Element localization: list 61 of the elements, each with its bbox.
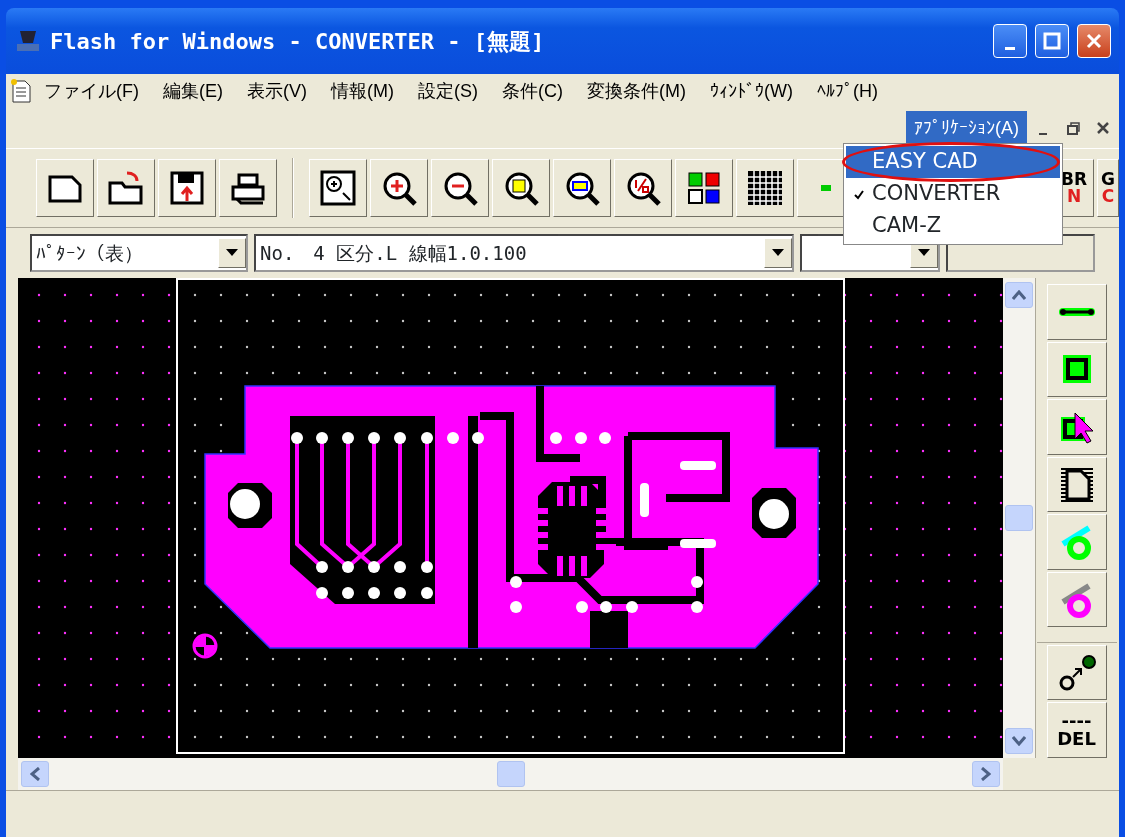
toolbar-button[interactable] [492,159,550,217]
scroll-up-button[interactable] [1005,282,1033,308]
toolbar-button[interactable] [158,159,216,217]
scroll-left-button[interactable] [21,761,49,787]
tool-button[interactable] [1046,399,1107,455]
menu-item[interactable]: 情報(M) [319,75,406,107]
toolbar-button[interactable] [36,159,94,217]
delete-button[interactable]: ---- DEL [1046,702,1107,759]
zoom-window-icon [319,169,357,207]
window-title: Flash for Windows - CONVERTER - [無題] [50,27,546,56]
vertical-scrollbar[interactable] [1003,278,1035,758]
horizontal-scrollbar[interactable] [18,758,1003,790]
dropdown-arrow-icon [772,249,784,257]
tool-button[interactable] [1046,284,1107,340]
menu-item[interactable]: 条件(C) [489,75,575,107]
scroll-down-button[interactable] [1005,728,1033,754]
origin-marker-icon [192,633,218,659]
toolbar-button[interactable] [97,159,155,217]
scroll-right-button[interactable] [972,761,1000,787]
dropdown-field[interactable]: ﾊﾟﾀｰﾝ（表） [30,234,248,272]
toolbar-button[interactable] [675,159,733,217]
tool-button[interactable] [1046,341,1107,398]
menu-item[interactable]: 編集(E) [151,75,235,107]
scroll-thumb[interactable] [496,761,525,787]
toolbar-button[interactable] [431,159,489,217]
line-tool-icon [1058,307,1095,316]
toolbar-button[interactable] [736,159,794,217]
menu-item[interactable]: 表示(V) [235,75,319,107]
close-icon [1084,31,1104,51]
checkmark-icon [854,189,864,200]
maximize-icon [1042,31,1062,51]
dropdown-arrow-icon [918,249,930,257]
toolbar-button[interactable] [614,159,672,217]
toolbar-button[interactable] [309,159,367,217]
toolbar-button[interactable] [370,159,428,217]
toolbar-button[interactable] [219,159,277,217]
color-grid-icon [685,169,723,207]
minimize-button[interactable] [993,24,1027,58]
maximize-button[interactable] [1035,24,1069,58]
scroll-thumb[interactable] [1005,505,1033,531]
tool-button[interactable] [1046,644,1107,701]
menu-item[interactable]: ﾍﾙﾌﾟ(H) [804,75,890,107]
toolbar-icon [821,185,831,191]
tool-button[interactable] [1046,456,1107,513]
dropdown-arrow-icon [226,249,238,257]
minimize-icon [1039,133,1047,135]
menu-item[interactable]: ファイル(F) [32,75,151,107]
close-icon [1095,120,1111,136]
dropdown-field[interactable]: No. 4 区分.L 線幅1.0.100 [254,234,794,272]
menu-item[interactable]: 設定(S) [405,75,490,107]
toolbar-button[interactable]: G C [1097,159,1119,217]
close-button[interactable] [1077,24,1111,58]
document-icon [10,78,32,104]
toolbar-button[interactable] [553,159,611,217]
menu-item[interactable]: ｱﾌﾟﾘｹｰｼｮﾝ(A) [906,110,1027,146]
folder-icon [107,169,145,207]
menu-item[interactable]: ｳｨﾝﾄﾞｳ(W) [697,75,805,107]
dot-grid-icon [746,169,784,207]
menu-item[interactable]: 変換条件(M) [574,75,698,107]
restore-icon [1065,120,1081,136]
minimize-icon [1005,47,1015,50]
